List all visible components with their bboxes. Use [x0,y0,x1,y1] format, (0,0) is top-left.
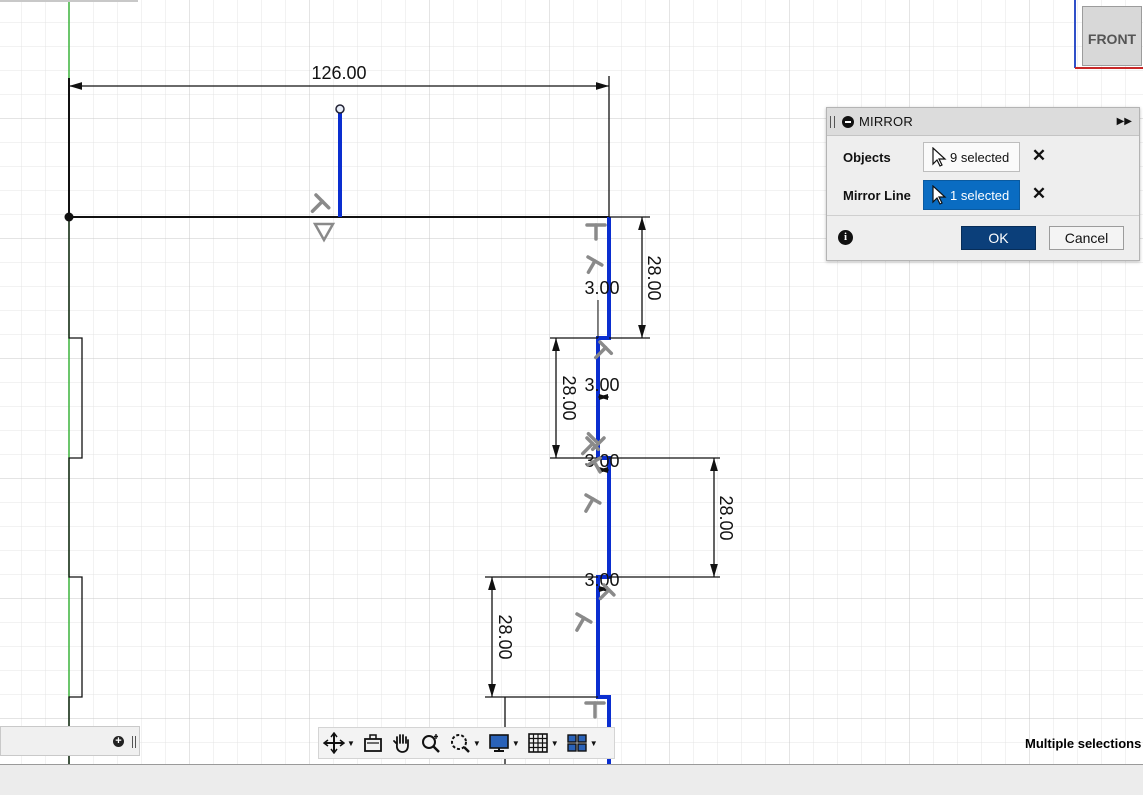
look-at-icon [364,734,382,752]
status-bar [0,764,1143,795]
drag-handle-icon[interactable] [830,115,835,128]
origin-point [64,212,74,222]
dropdown-caret-icon[interactable]: ▼ [512,739,520,748]
cursor-arrow-icon [932,185,947,205]
orbit-button[interactable]: ▼ [323,732,355,754]
view-cube[interactable]: FRONT [1073,0,1143,70]
clear-objects-icon[interactable]: ✕ [1031,147,1047,164]
expand-icon[interactable]: ▶▶ [1117,116,1132,127]
navigation-toolbar: ▼ ▼ ▼ ▼ ▼ [318,727,615,759]
pan-button[interactable] [391,732,413,754]
mirror-line-label: Mirror Line [843,188,911,203]
mirror-line-selector[interactable]: 1 selected [923,180,1020,210]
viewports-icon [566,734,587,752]
clear-mirror-line-icon[interactable]: ✕ [1031,185,1047,202]
orbit-icon [323,732,345,754]
zoom-icon [421,734,440,753]
dimension-label: 3.00 [584,375,619,395]
zoom-button[interactable] [420,732,442,754]
objects-row: Objects 9 selected ✕ [827,138,1139,176]
cursor-arrow-icon [932,147,947,167]
dimension-label: 28.00 [716,495,736,540]
dimension-label: 28.00 [495,614,515,659]
drag-handle-icon[interactable] [132,736,136,748]
viewports-button[interactable]: ▼ [566,732,598,754]
dimension-label: 3.00 [584,570,619,590]
display-icon [489,734,509,752]
objects-selector[interactable]: 9 selected [923,142,1020,172]
dialog-title: MIRROR [859,114,913,129]
mirror-line-row: Mirror Line 1 selected ✕ [827,176,1139,214]
top-left-panel-edge [0,0,138,2]
look-at-button[interactable] [362,732,384,754]
browser-panel-collapsed[interactable]: + [0,726,140,756]
dimension-label: 126.00 [311,63,366,83]
grid-settings-button[interactable]: ▼ [527,732,559,754]
dropdown-caret-icon[interactable]: ▼ [473,739,481,748]
dimension-label: 28.00 [559,375,579,420]
view-cube-front-face[interactable]: FRONT [1082,6,1142,66]
dropdown-caret-icon[interactable]: ▼ [551,739,559,748]
dialog-titlebar[interactable]: MIRROR ▶▶ [827,108,1139,136]
mirror-dialog: MIRROR ▶▶ Objects 9 selected ✕ Mirror Li… [826,107,1140,261]
cancel-button[interactable]: Cancel [1049,226,1124,250]
dropdown-caret-icon[interactable]: ▼ [590,739,598,748]
dimension-label: 3.00 [584,278,619,298]
fit-icon [450,734,470,753]
mirror-line-value: 1 selected [950,187,1010,203]
pan-icon [393,734,409,753]
grid-icon [527,733,548,753]
fit-button[interactable]: ▼ [449,732,481,754]
dimension-label: 3.00 [584,451,619,471]
objects-value: 9 selected [950,149,1010,165]
dropdown-caret-icon[interactable]: ▼ [347,739,355,748]
info-icon[interactable]: i [838,230,853,245]
dimension-3-d[interactable]: 3.00 [584,570,620,592]
mirror-line-endpoint[interactable] [335,104,345,114]
selection-status-text: Multiple selections [1025,736,1142,751]
expand-plus-icon[interactable]: + [113,736,124,747]
display-settings-button[interactable]: ▼ [488,732,520,754]
dimension-3-b[interactable]: 3.00 [584,375,620,400]
dimension-3-c[interactable]: 3.00 [584,451,620,473]
minus-circle-icon [842,115,854,128]
dialog-footer: i OK Cancel [827,215,1139,261]
ok-button[interactable]: OK [961,226,1036,250]
objects-label: Objects [843,150,891,165]
dimension-label: 28.00 [644,255,664,300]
